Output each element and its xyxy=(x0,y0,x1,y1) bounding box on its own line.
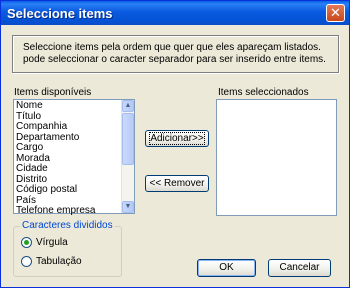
remove-button[interactable]: << Remover xyxy=(145,175,209,192)
remove-button-label: << Remover xyxy=(149,178,205,189)
selected-items-label: Items seleccionados xyxy=(218,87,309,98)
scroll-down-button[interactable]: ▼ xyxy=(122,201,134,213)
title-bar[interactable]: Seleccione items ✕ xyxy=(1,1,349,25)
ok-button[interactable]: OK xyxy=(197,259,256,277)
close-icon: ✕ xyxy=(330,5,341,20)
list-item[interactable]: Cargo xyxy=(15,142,96,154)
ok-button-label: OK xyxy=(219,262,234,273)
separator-group: Caracteres divididos Vírgula Tabulação xyxy=(13,220,122,277)
selected-items-list[interactable] xyxy=(216,99,337,216)
available-items: Nome Título Companhia Departamento Cargo… xyxy=(15,100,96,217)
chevron-up-icon: ▲ xyxy=(124,102,132,109)
separator-group-legend: Caracteres divididos xyxy=(20,220,115,231)
window-title: Seleccione items xyxy=(7,6,113,21)
radio-virgula-label: Vírgula xyxy=(36,236,68,248)
list-item[interactable]: Companhia xyxy=(15,121,96,133)
list-scrollbar[interactable]: ▲ ▼ xyxy=(121,100,134,213)
dialog-window: Seleccione items ✕ Seleccione items pela… xyxy=(0,0,350,288)
chevron-down-icon: ▼ xyxy=(124,203,132,210)
instruction-line-2: pode seleccionar o caracter separador pa… xyxy=(23,54,326,65)
list-item[interactable]: Telefone empresa xyxy=(15,205,96,217)
add-button[interactable]: Adicionar>> xyxy=(145,130,209,147)
instructions-panel: Seleccione items pela ordem que quer que… xyxy=(12,35,339,73)
list-item[interactable]: Cidade xyxy=(15,163,96,175)
add-button-label: Adicionar>> xyxy=(149,132,205,145)
instruction-line-1: Seleccione items pela ordem que quer que… xyxy=(23,42,321,53)
scroll-thumb[interactable] xyxy=(122,113,134,165)
radio-unchecked-icon xyxy=(21,255,32,267)
radio-tabulacao[interactable]: Tabulação xyxy=(21,255,82,267)
available-items-list[interactable]: Nome Título Companhia Departamento Cargo… xyxy=(13,99,135,217)
list-item[interactable]: Código postal xyxy=(15,184,96,196)
scroll-up-button[interactable]: ▲ xyxy=(122,100,134,112)
radio-checked-icon xyxy=(21,236,32,248)
radio-virgula[interactable]: Vírgula xyxy=(21,236,68,248)
radio-tabulacao-label: Tabulação xyxy=(36,255,82,267)
list-item[interactable]: Nome xyxy=(15,100,96,112)
available-items-label: Items disponíveis xyxy=(14,87,92,98)
cancel-button-label: Cancelar xyxy=(279,262,320,273)
close-button[interactable]: ✕ xyxy=(326,4,345,22)
cancel-button[interactable]: Cancelar xyxy=(268,259,331,277)
